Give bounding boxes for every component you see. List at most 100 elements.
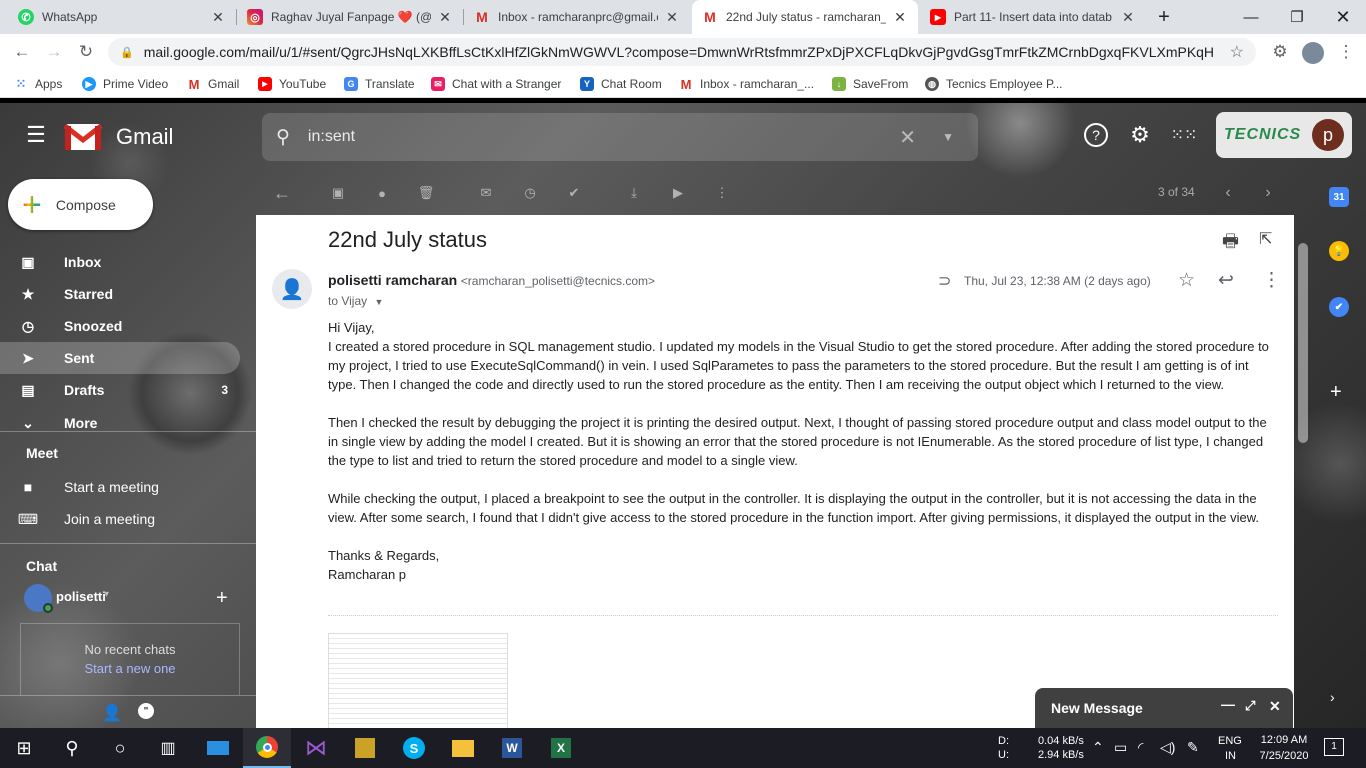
account-switcher[interactable]: TECNICS p: [1216, 112, 1352, 158]
search-input[interactable]: in:sent: [308, 128, 355, 146]
start-meeting-item[interactable]: ■ Start a meeting: [0, 471, 240, 503]
more-options-icon[interactable]: ⋮: [1262, 269, 1281, 292]
search-icon[interactable]: ⚲: [48, 728, 96, 768]
clear-search-icon[interactable]: ✕: [899, 125, 916, 150]
file-explorer-icon[interactable]: [439, 728, 487, 768]
google-apps-icon[interactable]: ⁙⁙: [1171, 123, 1198, 147]
sender-avatar[interactable]: 👤: [272, 269, 312, 309]
tab-instagram[interactable]: ◎ Raghav Juyal Fanpage ❤️ (@ra ✕: [237, 0, 463, 34]
bookmark-translate[interactable]: G Translate: [344, 75, 415, 93]
chevron-down-icon[interactable]: ▾: [104, 589, 109, 600]
newer-icon[interactable]: ‹: [1216, 181, 1240, 205]
pc-icon[interactable]: [194, 728, 242, 768]
minimize-icon[interactable]: —: [1228, 0, 1274, 34]
join-meeting-item[interactable]: ⌨ Join a meeting: [0, 503, 240, 535]
sidebar-item-starred[interactable]: ★ Starred: [0, 278, 240, 310]
notifications-icon[interactable]: 1: [1324, 738, 1344, 756]
chevron-up-icon[interactable]: ⌃: [1092, 739, 1104, 756]
back-icon[interactable]: ←: [10, 40, 34, 64]
report-spam-icon[interactable]: ●: [370, 181, 394, 205]
skype-icon[interactable]: S: [390, 728, 438, 768]
word-icon[interactable]: W: [488, 728, 536, 768]
search-options-icon[interactable]: ▼: [942, 130, 954, 144]
chevron-down-icon[interactable]: ▼: [374, 297, 383, 307]
bookmark-apps[interactable]: ⁙ Apps: [14, 75, 63, 93]
bookmark-gmail[interactable]: M Gmail: [187, 75, 240, 93]
profile-avatar[interactable]: [1302, 42, 1324, 64]
add-task-icon[interactable]: ✔: [562, 181, 586, 205]
task-view-icon[interactable]: ▥: [144, 728, 192, 768]
delete-icon[interactable]: 🗑: [414, 181, 438, 205]
archive-icon[interactable]: ▣: [326, 181, 350, 205]
move-to-icon[interactable]: ⤓: [622, 181, 646, 205]
bookmark-inbox[interactable]: M Inbox - ramcharan_...: [679, 75, 814, 93]
bookmark-savefrom[interactable]: ↓ SaveFrom: [832, 75, 908, 93]
tab-inbox[interactable]: M Inbox - ramcharanprc@gmail.c ✕: [464, 0, 690, 34]
tab-current-email[interactable]: M 22nd July status - ramcharan_p ✕: [692, 0, 918, 34]
battery-icon[interactable]: ▭: [1114, 739, 1127, 756]
expand-side-panel-icon[interactable]: ›: [1330, 689, 1335, 705]
add-addon-icon[interactable]: +: [1330, 381, 1342, 404]
sidebar-item-sent[interactable]: ➤ Sent: [0, 342, 240, 374]
hangouts-icon[interactable]: ": [138, 703, 154, 719]
calendar-icon[interactable]: 31: [1329, 187, 1349, 207]
close-icon[interactable]: ✕: [437, 9, 453, 26]
tab-youtube[interactable]: ▶ Part 11- Insert data into datab ✕: [920, 0, 1146, 34]
new-tab-icon[interactable]: +: [1146, 0, 1182, 34]
fullscreen-icon[interactable]: ⤢: [1245, 698, 1255, 714]
settings-gear-icon[interactable]: ⚙: [1128, 122, 1152, 147]
minimize-icon[interactable]: —: [1221, 696, 1235, 712]
star-icon[interactable]: ☆: [1178, 269, 1195, 292]
visual-studio-icon[interactable]: ⋈: [292, 728, 340, 768]
open-new-window-icon[interactable]: ⇱: [1259, 229, 1272, 249]
bookmark-chat-room[interactable]: Y Chat Room: [580, 75, 662, 93]
tab-whatsapp[interactable]: ✆ WhatsApp ✕: [8, 0, 236, 34]
forward-icon[interactable]: →: [42, 40, 66, 64]
help-icon[interactable]: ?: [1084, 123, 1108, 147]
contacts-icon[interactable]: 👤: [102, 703, 122, 723]
volume-icon[interactable]: ◁): [1160, 739, 1175, 756]
reply-icon[interactable]: ↩: [1218, 269, 1234, 292]
close-icon[interactable]: ✕: [1269, 698, 1281, 715]
bookmark-prime-video[interactable]: ▶ Prime Video: [82, 75, 168, 93]
main-menu-icon[interactable]: ☰: [24, 122, 48, 147]
attachment-thumbnail[interactable]: [328, 633, 508, 728]
add-chat-icon[interactable]: +: [216, 587, 228, 610]
tasks-icon[interactable]: ✔: [1329, 297, 1349, 317]
bookmark-chat-stranger[interactable]: ✉ Chat with a Stranger: [431, 75, 561, 93]
sidebar-item-inbox[interactable]: ▣ Inbox: [0, 246, 240, 278]
extensions-icon[interactable]: ⚙: [1268, 40, 1292, 64]
avatar[interactable]: p: [1312, 119, 1344, 151]
restore-icon[interactable]: ❐: [1274, 0, 1320, 34]
bookmark-youtube[interactable]: ▶ YouTube: [258, 75, 326, 93]
more-options-icon[interactable]: ⋮: [710, 181, 734, 205]
close-icon[interactable]: ✕: [664, 9, 680, 26]
reload-icon[interactable]: ↻: [74, 40, 98, 64]
cortana-icon[interactable]: ○: [96, 728, 144, 768]
start-new-chat-link[interactable]: Start a new one: [21, 661, 239, 676]
recipient-line[interactable]: to Vijay ▼: [328, 294, 383, 308]
bookmark-star-icon[interactable]: ☆: [1230, 42, 1244, 62]
search-bar[interactable]: ⚲ in:sent ✕ ▼: [262, 113, 978, 161]
new-message-window[interactable]: New Message — ⤢ ✕: [1035, 688, 1293, 728]
older-icon[interactable]: ›: [1256, 181, 1280, 205]
sidebar-item-drafts[interactable]: ▤ Drafts 3: [0, 374, 240, 406]
pen-icon[interactable]: ✎: [1187, 739, 1199, 756]
print-icon[interactable]: 🖶: [1222, 229, 1239, 259]
back-to-list-icon[interactable]: ←: [270, 181, 294, 205]
label-icon[interactable]: ▶: [666, 181, 690, 205]
chrome-icon[interactable]: [243, 728, 291, 768]
sidebar-item-snoozed[interactable]: ◷ Snoozed: [0, 310, 240, 342]
address-bar[interactable]: 🔒 mail.google.com/mail/u/1/#sent/QgrcJHs…: [108, 38, 1256, 66]
sender-name[interactable]: polisetti ramcharan: [328, 272, 457, 288]
clock-time[interactable]: 12:09 AM: [1256, 734, 1312, 746]
sidebar-item-more[interactable]: ⌄ More: [0, 407, 240, 439]
mark-unread-icon[interactable]: ✉: [474, 181, 498, 205]
excel-icon[interactable]: X: [537, 728, 585, 768]
wifi-icon[interactable]: ◜: [1138, 739, 1143, 756]
close-icon[interactable]: ✕: [892, 9, 908, 26]
window-close-icon[interactable]: ✕: [1320, 0, 1366, 34]
bookmark-tecnics[interactable]: ◍ Tecnics Employee P...: [925, 75, 1063, 93]
windows-start-icon[interactable]: ⊞: [0, 728, 48, 768]
search-icon[interactable]: ⚲: [276, 126, 290, 149]
